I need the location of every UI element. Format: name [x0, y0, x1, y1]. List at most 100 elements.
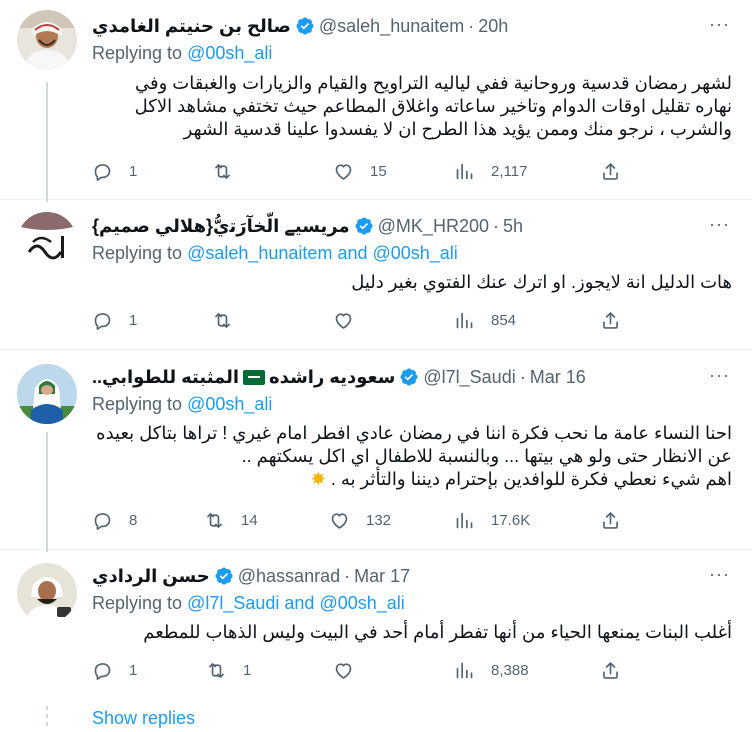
display-name[interactable]: صالح بن حنيتم الغامدي	[92, 16, 291, 37]
more-options-icon[interactable]: ···	[709, 365, 730, 386]
like-count: 132	[366, 512, 392, 529]
like-button[interactable]	[333, 310, 370, 331]
reply-button[interactable]: 1	[92, 161, 137, 182]
replying-to-link[interactable]: @00sh_ali	[187, 43, 272, 63]
heart-icon	[335, 164, 352, 180]
heart-icon	[335, 663, 352, 679]
show-replies-link[interactable]: Show replies	[92, 708, 195, 729]
tweet[interactable]: صالح بن حنيتم الغامدي @saleh_hunaitem · …	[0, 0, 752, 202]
share-button[interactable]	[600, 161, 621, 182]
retweet-button[interactable]	[212, 310, 249, 331]
tweet[interactable]: حسن الردادي @hassanrad · Mar 17 ··· Repl…	[0, 550, 752, 700]
views-button[interactable]: 854	[454, 310, 516, 331]
replying-to-link[interactable]: @00sh_ali	[187, 394, 272, 414]
replying-to-prefix: Replying to	[92, 43, 183, 63]
timestamp[interactable]: 5h	[503, 216, 523, 237]
avatar[interactable]	[17, 212, 77, 272]
verified-badge-icon	[215, 567, 233, 585]
reply-button[interactable]: 1	[92, 660, 137, 681]
reply-feed: صالح بن حنيتم الغامدي @saleh_hunaitem · …	[0, 0, 752, 732]
tweet[interactable]: مريسيے اﻟّﺨﺂرَﺗيُّ{هلالي صميم} @MK_HR200…	[0, 200, 752, 350]
more-options-icon[interactable]: ···	[709, 564, 730, 585]
views-button[interactable]: 2,117	[454, 161, 527, 182]
tweet-actions: 8 14 132 17.6K	[92, 510, 732, 534]
timestamp[interactable]: 20h	[478, 16, 508, 37]
retweet-button[interactable]: 1	[206, 660, 251, 681]
tweet-header: صالح بن حنيتم الغامدي @saleh_hunaitem · …	[92, 13, 732, 39]
tweet-text-line-with-icon: اهم شيء نعطي فكرة للوافدين بإحترام ديننا…	[92, 468, 732, 491]
display-name[interactable]: سعوديه راشده	[269, 367, 395, 388]
heart-icon	[335, 313, 352, 329]
views-icon	[456, 662, 473, 679]
tweet-actions: 1 854	[92, 310, 732, 334]
heart-icon	[331, 513, 348, 529]
retweet-button[interactable]	[212, 161, 249, 182]
tweet-header: ..المثبته للطوابي سعوديه راشده @l7l_Saud…	[92, 364, 732, 390]
like-button[interactable]: 132	[329, 510, 391, 531]
replying-to-link[interactable]: @l7l_Saudi and @00sh_ali	[187, 593, 405, 613]
separator-dot: ·	[344, 565, 351, 586]
replying-to-prefix: Replying to	[92, 243, 183, 263]
views-button[interactable]: 8,388	[454, 660, 529, 681]
tweet-text-line: هات الدليل انة لايجوز. او اترك عنك الفتو…	[351, 272, 732, 292]
share-button[interactable]	[600, 510, 621, 531]
tweet[interactable]: ..المثبته للطوابي سعوديه راشده @l7l_Saud…	[0, 350, 752, 552]
tweet-text: هات الدليل انة لايجوز. او اترك عنك الفتو…	[92, 271, 732, 294]
like-count: 15	[370, 163, 387, 180]
tweet-actions: 1 15 2,117	[92, 161, 732, 185]
timestamp[interactable]: Mar 17	[354, 566, 410, 587]
tweet-text-line: عن الانظار حتى ولو هي بيتها ... وبالنسبة…	[241, 446, 732, 466]
views-icon	[456, 163, 473, 180]
tweet-text-line: أغلب البنات يمنعها الحياء من أنها تفطر أ…	[143, 622, 732, 642]
thread-line	[46, 82, 48, 202]
avatar[interactable]	[17, 364, 77, 424]
reply-icon	[94, 164, 111, 181]
user-handle[interactable]: @hassanrad	[238, 566, 340, 587]
tweet-text-line: احنا النساء عامة ما نحب فكرة اننا في رمض…	[96, 423, 732, 443]
share-button[interactable]	[600, 660, 621, 681]
tweet-text: لشهر رمضان قدسية وروحانية ففي لياليه الت…	[92, 72, 732, 141]
more-options-icon[interactable]: ···	[709, 214, 730, 235]
views-count: 2,117	[491, 163, 528, 180]
display-name[interactable]: مريسيے اﻟّﺨﺂرَﺗيُّ{هلالي صميم}	[92, 216, 350, 237]
display-name-suffix[interactable]: ..المثبته للطوابي	[92, 367, 239, 388]
like-button[interactable]: 15	[333, 161, 387, 182]
avatar[interactable]	[17, 563, 77, 623]
reply-icon	[94, 313, 111, 330]
sparkle-icon: ✸	[310, 469, 326, 489]
views-button[interactable]: 17.6K	[454, 510, 530, 531]
views-icon	[456, 512, 473, 529]
user-handle[interactable]: @l7l_Saudi	[423, 367, 515, 388]
replying-to: Replying to @00sh_ali	[92, 43, 272, 64]
verified-badge-icon	[355, 217, 373, 235]
reply-button[interactable]: 8	[92, 510, 137, 531]
retweet-icon	[209, 663, 224, 678]
timestamp[interactable]: Mar 16	[530, 367, 586, 388]
user-handle[interactable]: @saleh_hunaitem	[319, 16, 464, 37]
share-button[interactable]	[600, 310, 621, 331]
user-handle[interactable]: @MK_HR200	[378, 216, 489, 237]
tweet-text: احنا النساء عامة ما نحب فكرة اننا في رمض…	[92, 422, 732, 491]
like-button[interactable]	[333, 660, 370, 681]
reply-icon	[94, 513, 111, 530]
views-count: 854	[491, 312, 517, 329]
retweet-button[interactable]: 14	[204, 510, 258, 531]
views-icon	[456, 312, 473, 329]
avatar[interactable]	[17, 10, 77, 70]
replying-to-link[interactable]: @saleh_hunaitem and @00sh_ali	[187, 243, 458, 263]
retweet-count: 1	[243, 662, 252, 679]
retweet-icon	[207, 513, 222, 528]
display-name[interactable]: حسن الردادي	[92, 566, 210, 587]
share-icon	[603, 312, 618, 329]
tweet-text-line: والشرب ، نرجو منك وممن يؤيد هذا الطرح ان…	[183, 119, 732, 139]
tweet-actions: 1 1 8,388	[92, 660, 732, 684]
more-options-icon[interactable]: ···	[709, 14, 730, 35]
reply-count: 1	[129, 163, 138, 180]
separator-dot: ·	[519, 366, 526, 387]
replying-to-prefix: Replying to	[92, 593, 183, 613]
tweet-text: أغلب البنات يمنعها الحياء من أنها تفطر أ…	[92, 621, 732, 644]
retweet-icon	[215, 164, 230, 179]
saudi-flag-icon	[243, 369, 266, 385]
reply-button[interactable]: 1	[92, 310, 137, 331]
replying-to: Replying to @saleh_hunaitem and @00sh_al…	[92, 243, 458, 264]
